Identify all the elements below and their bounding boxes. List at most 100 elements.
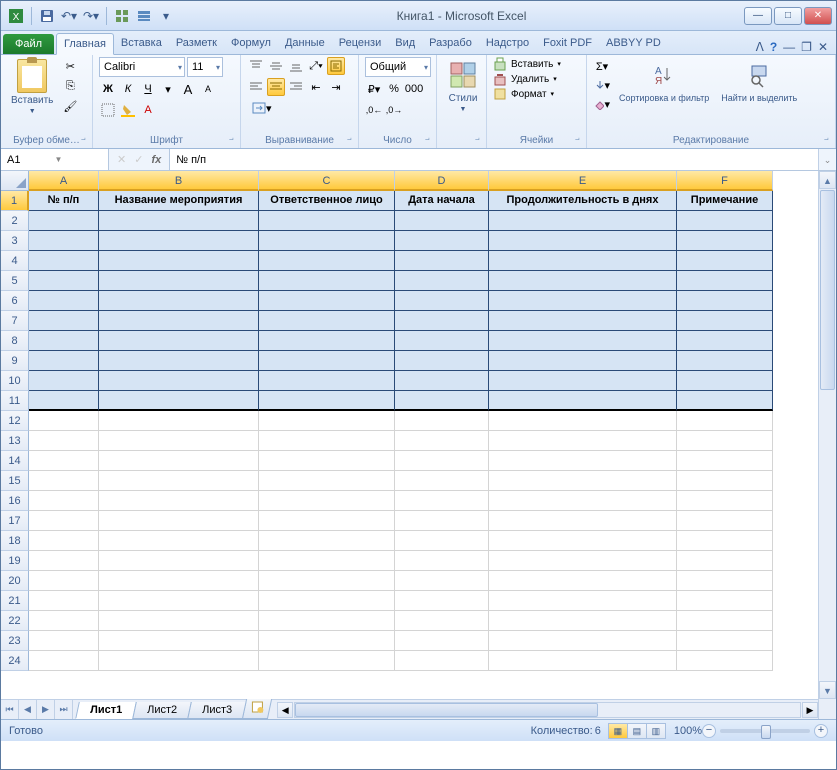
- cell[interactable]: [259, 311, 395, 331]
- cell[interactable]: [677, 411, 773, 431]
- row-header-7[interactable]: 7: [1, 311, 29, 331]
- cell[interactable]: [489, 311, 677, 331]
- cell[interactable]: [259, 471, 395, 491]
- cell[interactable]: [677, 211, 773, 231]
- format-cells-button[interactable]: Формат▾: [493, 87, 554, 101]
- cell[interactable]: [677, 291, 773, 311]
- cell[interactable]: [259, 211, 395, 231]
- cell[interactable]: [489, 571, 677, 591]
- fx-icon[interactable]: fx: [151, 154, 161, 166]
- cell[interactable]: [29, 291, 99, 311]
- cell[interactable]: [29, 311, 99, 331]
- row-header-5[interactable]: 5: [1, 271, 29, 291]
- increase-decimal-button[interactable]: ,0←: [365, 101, 383, 119]
- vertical-scrollbar[interactable]: ▲ ▼: [818, 171, 836, 719]
- cell[interactable]: Продолжительность в днях: [489, 191, 677, 211]
- cell[interactable]: [99, 631, 259, 651]
- zoom-track[interactable]: [720, 729, 810, 733]
- cell[interactable]: [99, 511, 259, 531]
- wrap-text-button[interactable]: [327, 57, 345, 75]
- cell[interactable]: [29, 411, 99, 431]
- cell[interactable]: [395, 311, 489, 331]
- cell[interactable]: [395, 411, 489, 431]
- cell[interactable]: [395, 291, 489, 311]
- row-header-11[interactable]: 11: [1, 391, 29, 411]
- cell[interactable]: [99, 531, 259, 551]
- cell[interactable]: [99, 411, 259, 431]
- scroll-thumb[interactable]: [820, 190, 835, 390]
- cell[interactable]: [259, 431, 395, 451]
- cell[interactable]: [677, 591, 773, 611]
- cell[interactable]: [29, 271, 99, 291]
- align-top-button[interactable]: [247, 57, 265, 75]
- cell[interactable]: [259, 551, 395, 571]
- hscroll-thumb[interactable]: [295, 703, 598, 717]
- cell[interactable]: [29, 571, 99, 591]
- align-left-button[interactable]: [247, 78, 265, 96]
- column-header-F[interactable]: F: [677, 171, 773, 191]
- decrease-decimal-button[interactable]: ,0→: [385, 101, 403, 119]
- align-center-button[interactable]: [267, 78, 285, 96]
- sheet-tab-Лист2[interactable]: Лист2: [132, 702, 192, 719]
- minimize-ribbon-icon[interactable]: ᐱ: [756, 40, 764, 54]
- cell[interactable]: [99, 551, 259, 571]
- cell[interactable]: [259, 371, 395, 391]
- cell[interactable]: [489, 531, 677, 551]
- grow-font-button[interactable]: A: [179, 80, 197, 98]
- cell[interactable]: [29, 511, 99, 531]
- maximize-button[interactable]: □: [774, 7, 802, 25]
- cell[interactable]: Примечание: [677, 191, 773, 211]
- cell[interactable]: [489, 491, 677, 511]
- page-layout-view-button[interactable]: ▤: [627, 723, 647, 739]
- cell[interactable]: [259, 611, 395, 631]
- cell[interactable]: [259, 451, 395, 471]
- row-header-10[interactable]: 10: [1, 371, 29, 391]
- qat-dropdown-icon[interactable]: ▾: [157, 7, 175, 25]
- row-header-16[interactable]: 16: [1, 491, 29, 511]
- column-header-E[interactable]: E: [489, 171, 677, 191]
- tab-foxit pdf[interactable]: Foxit PDF: [536, 33, 599, 54]
- sheet-last-icon[interactable]: ⏭: [55, 700, 73, 719]
- cell[interactable]: [395, 371, 489, 391]
- cell[interactable]: [677, 351, 773, 371]
- cell[interactable]: [29, 551, 99, 571]
- tab-вставка[interactable]: Вставка: [114, 33, 169, 54]
- cell[interactable]: [29, 211, 99, 231]
- cell[interactable]: [99, 611, 259, 631]
- cell[interactable]: [489, 431, 677, 451]
- cell[interactable]: [677, 451, 773, 471]
- cell[interactable]: [395, 511, 489, 531]
- column-header-C[interactable]: C: [259, 171, 395, 191]
- align-right-button[interactable]: [287, 78, 305, 96]
- clear-button[interactable]: ▾: [593, 95, 611, 113]
- cell[interactable]: [395, 351, 489, 371]
- percent-button[interactable]: %: [385, 80, 403, 98]
- cell[interactable]: [29, 451, 99, 471]
- cells-area[interactable]: № п/пНазвание мероприятияОтветственное л…: [29, 191, 818, 701]
- cell[interactable]: [259, 351, 395, 371]
- font-size-combo[interactable]: 11: [187, 57, 223, 77]
- undo-icon[interactable]: ↶▾: [60, 7, 78, 25]
- align-middle-button[interactable]: [267, 57, 285, 75]
- cell[interactable]: [259, 411, 395, 431]
- number-format-combo[interactable]: Общий: [365, 57, 431, 77]
- row-header-1[interactable]: 1: [1, 191, 29, 211]
- cell[interactable]: [395, 211, 489, 231]
- cell[interactable]: [99, 211, 259, 231]
- cell[interactable]: [259, 491, 395, 511]
- cell[interactable]: [99, 451, 259, 471]
- save-icon[interactable]: [38, 7, 56, 25]
- increase-indent-button[interactable]: ⇥: [327, 78, 345, 96]
- cell[interactable]: [489, 471, 677, 491]
- fill-color-button[interactable]: [119, 101, 137, 119]
- tab-вид[interactable]: Вид: [388, 33, 422, 54]
- cell[interactable]: [259, 391, 395, 411]
- cell[interactable]: [99, 431, 259, 451]
- redo-icon[interactable]: ↷▾: [82, 7, 100, 25]
- row-header-12[interactable]: 12: [1, 411, 29, 431]
- cancel-formula-icon[interactable]: ✕: [117, 153, 126, 166]
- underline-button[interactable]: Ч: [139, 80, 157, 98]
- file-tab[interactable]: Файл: [3, 34, 54, 54]
- copy-icon[interactable]: ⎘: [61, 77, 79, 95]
- cell[interactable]: [677, 251, 773, 271]
